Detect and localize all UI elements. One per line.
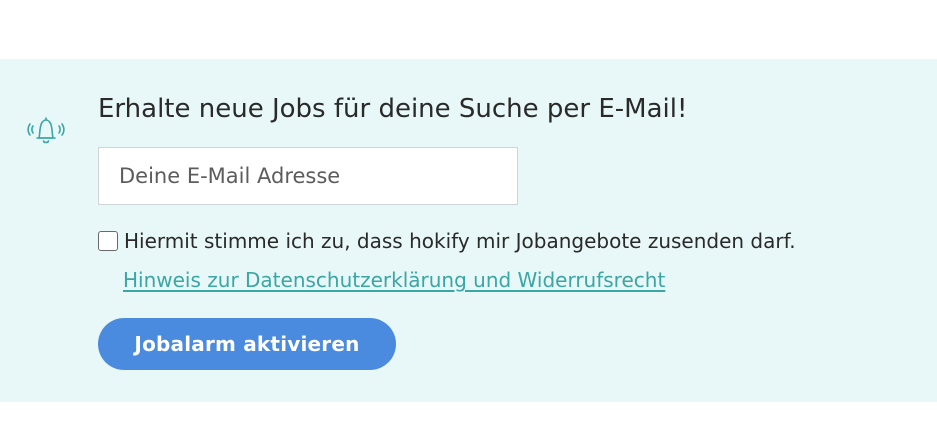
activate-job-alert-button[interactable]: Jobalarm aktivieren	[98, 318, 396, 370]
privacy-policy-link[interactable]: Hinweis zur Datenschutzerklärung und Wid…	[123, 265, 665, 295]
consent-label: Hiermit stimme ich zu, dass hokify mir J…	[124, 229, 796, 253]
consent-checkbox[interactable]	[98, 231, 118, 251]
consent-row: Hiermit stimme ich zu, dass hokify mir J…	[98, 226, 796, 256]
email-input[interactable]	[98, 147, 518, 205]
alert-headline: Erhalte neue Jobs für deine Suche per E-…	[98, 94, 688, 124]
bell-icon	[27, 117, 65, 144]
